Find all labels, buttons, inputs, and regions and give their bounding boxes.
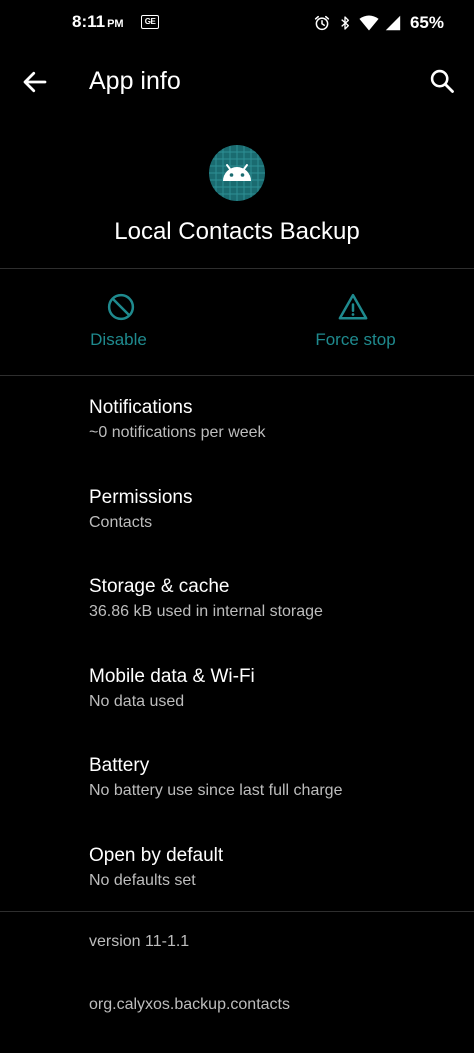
divider [0,268,474,269]
search-button[interactable] [428,67,456,95]
warning-triangle-icon [338,293,368,320]
permissions-item[interactable]: Permissions Contacts [0,466,474,556]
version-text: version 11-1.1 [89,933,190,950]
divider [0,911,474,912]
status-time-value: 8:11 [72,12,106,31]
item-summary: 36.86 kB used in internal storage [89,603,323,620]
item-summary: No data used [89,692,185,710]
status-time: 8:11 PM [72,12,124,32]
back-arrow-icon [23,71,47,93]
search-icon [430,69,454,93]
storage-cache-item[interactable]: Storage & cache 36.86 kB used in interna… [0,555,474,645]
item-title: Battery [89,755,150,776]
status-bar: 8:11 PM GE 65% [0,0,474,46]
item-title: Permissions [89,486,193,508]
mobile-data-wifi-item[interactable]: Mobile data & Wi-Fi No data used [0,645,474,735]
page-title: App info [89,67,181,95]
item-summary: No defaults set [89,871,196,889]
item-title: Notifications [89,397,193,418]
force-stop-label: Force stop [315,330,396,349]
battery-item[interactable]: Battery No battery use since last full c… [0,734,474,824]
disable-label: Disable [90,330,147,349]
item-title: Open by default [89,844,224,866]
cell-signal-icon [385,15,401,31]
item-title: Mobile data & Wi-Fi [89,665,255,687]
notification-badge-icon: GE [141,15,159,29]
package-name-text: org.calyxos.backup.contacts [89,996,290,1013]
alarm-icon [314,15,330,31]
wifi-icon [359,15,379,31]
battery-percent: 65% [409,13,444,32]
item-summary: ~0 notifications per week [89,424,266,441]
back-button[interactable] [20,67,50,97]
bluetooth-icon [341,16,349,30]
status-icons: 65% [313,12,444,34]
action-buttons: Disable Force stop [0,270,474,374]
item-summary: Contacts [89,513,153,531]
item-summary: No battery use since last full charge [89,782,343,799]
settings-list: Notifications ~0 notifications per week … [0,376,474,913]
app-header: Local Contacts Backup [0,145,474,267]
status-time-ampm: PM [107,18,124,30]
disable-icon [107,293,135,321]
open-by-default-item[interactable]: Open by default No defaults set [0,824,474,914]
notifications-item[interactable]: Notifications ~0 notifications per week [0,376,474,466]
android-icon [209,145,265,201]
disable-button[interactable]: Disable [0,270,237,374]
app-name: Local Contacts Backup [114,218,360,245]
force-stop-button[interactable]: Force stop [237,270,474,374]
app-bar: App info [0,52,474,110]
item-title: Storage & cache [89,576,230,597]
